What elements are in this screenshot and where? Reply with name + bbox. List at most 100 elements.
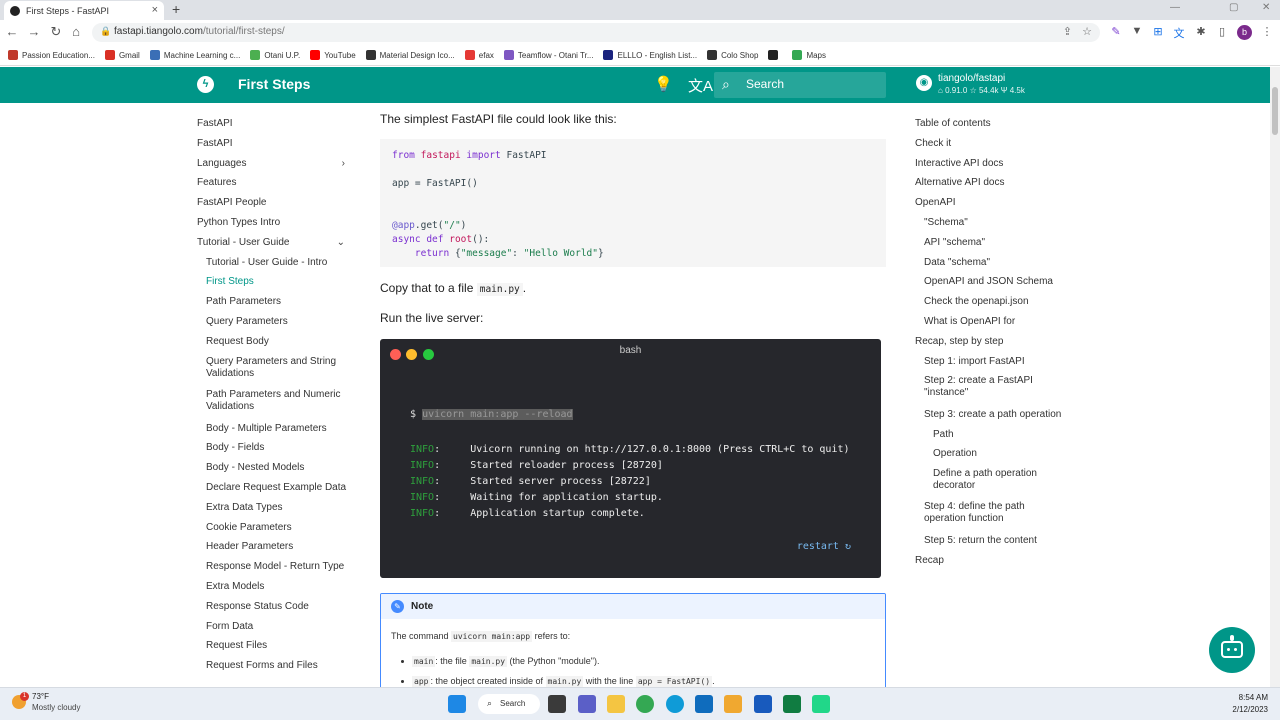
nav-item[interactable]: Request Files bbox=[197, 640, 357, 652]
word-icon[interactable] bbox=[754, 695, 772, 713]
chrome-icon[interactable] bbox=[636, 695, 654, 713]
nav-item[interactable]: Python Types Intro bbox=[197, 217, 357, 229]
toc-item[interactable]: Step 5: return the content bbox=[915, 535, 1085, 547]
toc-item[interactable]: Recap bbox=[915, 555, 1085, 567]
extension-filter-icon[interactable]: ▼ bbox=[1130, 25, 1144, 37]
taskbar-search[interactable]: ⌕ Search bbox=[478, 694, 540, 714]
chat-bot-button[interactable] bbox=[1209, 627, 1255, 673]
nav-item[interactable]: Cookie Parameters bbox=[197, 522, 357, 534]
extensions-puzzle-icon[interactable]: ✱ bbox=[1194, 25, 1208, 38]
chevron-down-icon[interactable]: ⌄ bbox=[337, 237, 345, 249]
system-clock[interactable]: 8:54 AM 2/12/2023 bbox=[1232, 692, 1268, 716]
nav-item[interactable]: Header Parameters bbox=[197, 541, 357, 553]
bookmark-item[interactable]: efax bbox=[464, 50, 494, 60]
close-tab-icon[interactable]: × bbox=[152, 4, 158, 16]
bookmark-item[interactable]: Otani U.P. bbox=[250, 50, 300, 60]
chevron-right-icon[interactable]: › bbox=[342, 158, 345, 170]
toc-item[interactable]: "Schema" bbox=[915, 217, 1085, 229]
nav-item[interactable]: Response Model - Return Type bbox=[197, 561, 357, 573]
edge-icon[interactable] bbox=[666, 695, 684, 713]
extension-translate-icon[interactable]: ⊞ bbox=[1151, 25, 1165, 38]
file-explorer-icon[interactable] bbox=[607, 695, 625, 713]
nav-item[interactable]: Tutorial - User Guide - Intro bbox=[197, 257, 357, 269]
search-box[interactable]: ⌕ bbox=[714, 72, 886, 98]
bookmark-item[interactable]: YouTube bbox=[310, 50, 356, 60]
new-tab-icon[interactable]: + bbox=[172, 1, 180, 17]
nav-item[interactable]: First Steps bbox=[197, 276, 357, 288]
toc-item[interactable]: Step 3: create a path operation bbox=[915, 409, 1085, 421]
toc-item[interactable]: Step 2: create a FastAPI "instance" bbox=[915, 375, 1085, 399]
bookmark-item[interactable]: Machine Learning c... bbox=[149, 50, 240, 60]
nav-item[interactable]: Body - Fields bbox=[197, 442, 357, 454]
nav-item[interactable]: Extra Models bbox=[197, 581, 357, 593]
profile-avatar[interactable]: b bbox=[1237, 25, 1252, 40]
toc-item[interactable]: OpenAPI and JSON Schema bbox=[915, 276, 1085, 288]
nav-item[interactable]: Extra Data Types bbox=[197, 502, 357, 514]
toc-item[interactable]: Check it bbox=[915, 138, 1085, 150]
nav-item[interactable]: Declare Request Example Data bbox=[197, 482, 357, 494]
code-block[interactable]: from fastapi import FastAPI app = FastAP… bbox=[380, 139, 886, 267]
toc-item[interactable]: API "schema" bbox=[915, 237, 1085, 249]
nav-item[interactable]: Query Parameters and String Validations bbox=[197, 356, 357, 380]
terminal-command[interactable]: uvicorn main:app --reload bbox=[422, 409, 573, 420]
start-icon[interactable] bbox=[448, 695, 466, 713]
bookmark-item[interactable]: Gmail bbox=[104, 50, 140, 60]
extension-dictionary-icon[interactable]: 文 bbox=[1172, 25, 1186, 41]
nav-item[interactable]: Languages › bbox=[197, 158, 357, 170]
search-input[interactable] bbox=[746, 77, 876, 91]
home-icon[interactable]: ⌂ bbox=[68, 24, 84, 39]
nav-item[interactable]: Response Status Code bbox=[197, 601, 357, 613]
toc-item[interactable]: Interactive API docs bbox=[915, 158, 1085, 170]
toc-item[interactable]: Alternative API docs bbox=[915, 177, 1085, 189]
app-icon[interactable] bbox=[724, 695, 742, 713]
nav-item[interactable]: Tutorial - User Guide ⌄ bbox=[197, 237, 357, 249]
toc-item[interactable]: Define a path operation decorator bbox=[915, 468, 1085, 492]
nav-item[interactable]: Request Forms and Files bbox=[197, 660, 357, 672]
toc-item[interactable]: Step 4: define the path operation functio… bbox=[915, 501, 1085, 525]
nav-item[interactable]: Query Parameters bbox=[197, 316, 357, 328]
toc-item[interactable]: Step 1: import FastAPI bbox=[915, 356, 1085, 368]
mail-icon[interactable] bbox=[695, 695, 713, 713]
address-bar[interactable]: 🔒 fastapi.tiangolo.com/tutorial/first-st… bbox=[92, 23, 1100, 42]
nav-item[interactable]: Request Body bbox=[197, 336, 357, 348]
language-icon[interactable]: 文A bbox=[688, 75, 713, 96]
toc-item[interactable]: Operation bbox=[915, 448, 1085, 460]
nav-item[interactable]: Features bbox=[197, 177, 357, 189]
bookmark-item[interactable]: Teamflow - Otani Tr... bbox=[503, 50, 593, 60]
maximize-icon[interactable]: ▢ bbox=[1229, 2, 1238, 13]
nav-item[interactable]: FastAPI People bbox=[197, 197, 357, 209]
window-close-icon[interactable]: ✕ bbox=[1262, 2, 1270, 13]
bookmark-item[interactable] bbox=[768, 50, 782, 60]
reload-icon[interactable]: ↻ bbox=[48, 24, 64, 40]
bookmark-item[interactable]: Material Design Ico... bbox=[365, 50, 455, 60]
back-icon[interactable]: ← bbox=[4, 24, 20, 39]
fastapi-logo-icon[interactable]: ϟ bbox=[197, 76, 214, 93]
forward-icon[interactable]: → bbox=[26, 24, 42, 39]
nav-item[interactable]: Body - Multiple Parameters bbox=[197, 423, 357, 435]
extension-pen-icon[interactable]: ✎ bbox=[1109, 25, 1123, 38]
scrollbar-thumb[interactable] bbox=[1272, 87, 1278, 135]
chat-icon[interactable] bbox=[578, 695, 596, 713]
task-view-icon[interactable] bbox=[548, 695, 566, 713]
nav-item[interactable]: Body - Nested Models bbox=[197, 462, 357, 474]
page-scrollbar[interactable] bbox=[1270, 67, 1280, 687]
toc-item[interactable]: OpenAPI bbox=[915, 197, 1085, 209]
toc-item[interactable]: Path bbox=[915, 429, 1085, 441]
excel-icon[interactable] bbox=[783, 695, 801, 713]
bookmark-item[interactable]: Maps bbox=[792, 50, 826, 60]
toc-item[interactable]: Data "schema" bbox=[915, 257, 1085, 269]
bookmark-item[interactable]: Passion Education... bbox=[8, 50, 95, 60]
nav-item[interactable]: FastAPI bbox=[197, 138, 357, 150]
restart-button[interactable]: restart ↻ bbox=[797, 541, 851, 552]
bookmark-item[interactable]: ELLLO - English List... bbox=[603, 50, 697, 60]
bookmark-item[interactable]: Colo Shop bbox=[707, 50, 758, 60]
nav-item[interactable]: Path Parameters bbox=[197, 296, 357, 308]
pycharm-icon[interactable] bbox=[812, 695, 830, 713]
toc-item[interactable]: Check the openapi.json bbox=[915, 296, 1085, 308]
nav-item[interactable]: Form Data bbox=[197, 621, 357, 633]
toc-item[interactable]: What is OpenAPI for bbox=[915, 316, 1085, 328]
side-panel-icon[interactable]: ▯ bbox=[1215, 25, 1229, 38]
nav-item[interactable]: FastAPI bbox=[197, 118, 357, 130]
share-icon[interactable]: ⇪ bbox=[1063, 25, 1072, 38]
theme-toggle-icon[interactable]: 💡 bbox=[654, 75, 673, 93]
